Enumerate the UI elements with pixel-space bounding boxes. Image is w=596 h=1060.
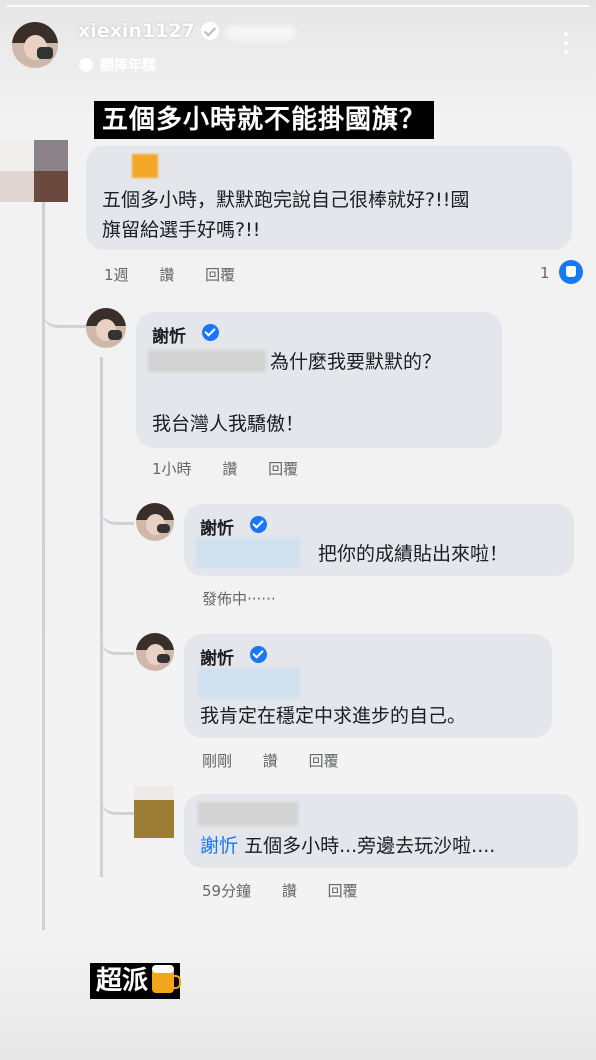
more-options-icon[interactable]: [560, 30, 572, 58]
verified-icon: [250, 516, 267, 533]
reply-text-body: 五個多小時...旁邊去玩沙啦....: [244, 835, 496, 857]
headline-caption: 五個多小時就不能掛國旗？: [94, 101, 435, 139]
reply-text: 我肯定在穩定中求進步的自己。: [200, 705, 467, 727]
verified-icon: [201, 22, 219, 40]
like-link[interactable]: 讚: [282, 880, 297, 901]
mention-blurred: [198, 668, 300, 698]
comment-time: 剛剛: [202, 752, 233, 770]
bottom-caption: 超派: [90, 963, 182, 999]
reply-text: 謝忻 五個多小時...旁邊去玩沙啦....: [200, 830, 495, 863]
reply-link[interactable]: 回覆: [328, 880, 358, 901]
reply-bubble: 謝忻 五個多小時...旁邊去玩沙啦....: [184, 794, 578, 868]
commenter-name-blurred: [132, 154, 158, 178]
music-label[interactable]: 翻摔年糕: [100, 55, 156, 75]
commenter-avatar-blurred[interactable]: [134, 786, 174, 838]
comment-meta: 1週 讚 回覆: [104, 264, 261, 285]
comment-time: 59分鐘: [202, 882, 252, 900]
verified-icon: [202, 324, 219, 341]
thumbs-up-icon: [559, 260, 583, 284]
commenter-avatar-blurred[interactable]: [0, 140, 68, 202]
thread-connector: [100, 620, 134, 655]
bottom-caption-text: 超派: [96, 966, 149, 996]
verified-icon: [250, 646, 267, 663]
mention-blurred: [148, 350, 266, 372]
comment-meta: 剛剛 讚 回覆: [202, 750, 365, 771]
music-icon: [79, 58, 93, 72]
beer-icon: [152, 965, 182, 993]
reply-link[interactable]: 回覆: [268, 458, 298, 479]
comment-time: 1小時: [152, 460, 192, 478]
thread-connector: [42, 290, 86, 328]
posting-status: 發佈中‧‧‧‧‧‧: [202, 590, 276, 608]
author-name[interactable]: 謝忻: [200, 644, 234, 669]
reply-text: 把你的成績貼出來啦！: [318, 543, 509, 565]
story-username[interactable]: xiexin1127: [78, 20, 195, 42]
like-count: 1: [540, 264, 550, 282]
like-link[interactable]: 讚: [159, 264, 174, 285]
comment-bubble: 五個多小時，默默跑完說自己很棒就好?!!國 旗留給選手好嗎?!!: [86, 146, 572, 250]
author-avatar[interactable]: [86, 308, 126, 348]
reply-link[interactable]: 回覆: [205, 264, 235, 285]
like-link[interactable]: 讚: [263, 750, 278, 771]
reply-bubble: 謝忻 我肯定在穩定中求進步的自己。: [184, 634, 552, 738]
author-avatar[interactable]: [136, 633, 174, 671]
mention-blurred: [196, 538, 300, 568]
comment-meta: 1小時 讚 回覆: [152, 458, 324, 479]
commenter-name-blurred: [198, 802, 298, 826]
author-name[interactable]: 謝忻: [152, 322, 186, 347]
comment-meta: 59分鐘 讚 回覆: [202, 880, 384, 901]
like-link[interactable]: 讚: [222, 458, 237, 479]
author-name[interactable]: 謝忻: [200, 514, 234, 539]
thread-connector: [100, 490, 134, 525]
story-avatar[interactable]: [12, 22, 58, 68]
mention-tag[interactable]: 謝忻: [200, 835, 238, 857]
author-avatar[interactable]: [136, 503, 174, 541]
comment-text: 旗留給選手好嗎?!!: [102, 219, 261, 241]
comment-time: 1週: [104, 266, 129, 284]
comment-text: 五個多小時，默默跑完說自己很棒就好?!!國: [102, 189, 470, 211]
thread-connector: [100, 780, 134, 815]
reply-bubble: 謝忻 為什麼我要默默的？ 我台灣人我驕傲！: [136, 312, 502, 448]
story-timestamp-blurred: [226, 26, 296, 40]
reply-text: 為什麼我要默默的？: [270, 351, 442, 373]
reply-text: 我台灣人我驕傲！: [152, 413, 305, 435]
story-progress-bar: [6, 5, 590, 7]
reply-bubble: 謝忻 把你的成績貼出來啦！: [184, 504, 574, 576]
reply-link[interactable]: 回覆: [309, 750, 339, 771]
